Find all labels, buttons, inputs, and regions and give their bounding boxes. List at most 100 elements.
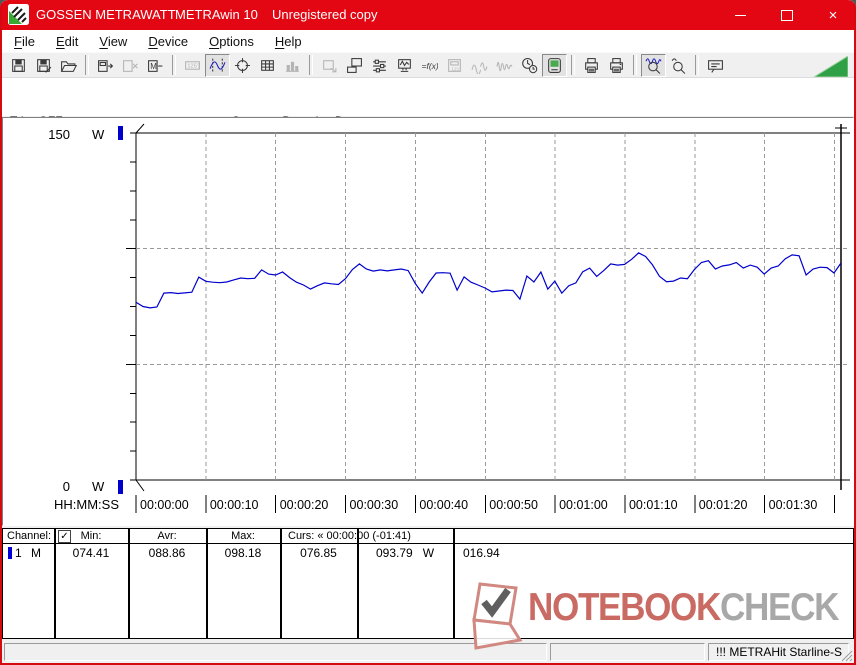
resize-grip[interactable]	[840, 649, 853, 662]
curve-view-icon	[209, 58, 226, 72]
timer-meter-button[interactable]	[517, 54, 542, 77]
note-button[interactable]	[703, 54, 728, 77]
save-as-icon	[37, 58, 52, 73]
minimize-icon	[734, 14, 746, 16]
col-min-header: Min:	[80, 530, 102, 542]
menu-help[interactable]: Help	[269, 33, 308, 50]
export-window-icon	[323, 59, 337, 72]
menu-view[interactable]: View	[93, 33, 133, 50]
meter-active-icon	[548, 57, 561, 73]
save-icon	[12, 58, 25, 72]
print-preview-icon	[585, 57, 598, 73]
svg-text:125?: 125?	[187, 63, 201, 69]
zoom-value-button[interactable]	[666, 54, 691, 77]
minimize-button[interactable]	[718, 0, 762, 30]
channel-number: 1	[15, 546, 22, 560]
device-read-button[interactable]	[93, 54, 118, 77]
menu-edit[interactable]: Edit	[50, 33, 84, 50]
maximize-icon	[781, 9, 793, 21]
status-bar: !!! METRAHit Starline-S	[2, 641, 854, 663]
table-view-button[interactable]	[255, 54, 280, 77]
cursor-table: Channel: ✓ Min: Avr: Max: Curs: « 00:00:…	[2, 528, 854, 639]
power-chart[interactable]: 00:00:00 00:00:10 00:00:20 00:00:30 00:00:40…	[4, 118, 852, 525]
statusbar-section-2	[550, 643, 705, 661]
x-tick-label: 00:00:30	[350, 498, 399, 512]
toolbar-separator	[172, 55, 176, 75]
menu-device[interactable]: Device	[142, 33, 194, 50]
cursor-right-cell: 093.79 W	[357, 546, 453, 560]
col-max-header: Max:	[231, 530, 255, 542]
app-logo-icon	[8, 4, 29, 25]
menu-bar: File Edit View Device Options Help	[2, 30, 854, 52]
channel-color-marker	[8, 547, 12, 559]
col-avr-header: Avr:	[157, 530, 177, 542]
toolbar-separator	[85, 55, 89, 75]
menu-file[interactable]: File	[8, 33, 41, 50]
save-as-button[interactable]	[31, 54, 56, 77]
live-monitor-icon	[398, 58, 411, 72]
channel-config-icon	[373, 59, 386, 72]
close-button[interactable]: ×	[811, 0, 855, 30]
channel-mode: M	[31, 546, 41, 560]
zoom-value-icon	[671, 57, 686, 74]
statusbar-section-1	[4, 643, 547, 661]
bar-graph-icon	[286, 61, 299, 72]
toolbar-separator	[309, 55, 313, 75]
open-file-button[interactable]	[56, 54, 81, 77]
right-cursor[interactable]	[835, 124, 847, 490]
open-file-icon	[60, 60, 77, 72]
x-tick-label: 00:00:40	[419, 498, 468, 512]
print-preview-button[interactable]	[579, 54, 604, 77]
toolbar: M 125? =f(x) 121	[2, 52, 854, 78]
chart-panel: 00:00:00 00:00:10 00:00:20 00:00:30 00:00:40…	[2, 117, 854, 526]
x-tick-label: 00:01:20	[699, 498, 748, 512]
x-tick-label: 00:01:00	[559, 498, 608, 512]
table-divider	[453, 529, 455, 638]
cursor-left-value: 076.85	[300, 546, 337, 560]
brand-text: GOSSEN METRAWATT	[36, 7, 176, 22]
logger-triangle-icon	[814, 56, 848, 77]
svg-text:M: M	[150, 62, 157, 71]
live-monitor-button[interactable]	[392, 54, 417, 77]
formula-icon: =f(x)	[422, 61, 438, 71]
menu-options[interactable]: Options	[203, 33, 260, 50]
x-tick-label: 00:01:10	[629, 498, 678, 512]
window-border	[0, 0, 2, 665]
device-memory-button[interactable]: M	[143, 54, 168, 77]
save-button[interactable]	[6, 54, 31, 77]
maximize-button[interactable]	[765, 0, 809, 30]
save-device-icon	[347, 57, 362, 73]
x-tick-label: 00:00:10	[210, 498, 259, 512]
max-value: 098.18	[224, 546, 262, 560]
wave-damped-icon	[496, 61, 513, 71]
zoom-time-button[interactable]	[641, 53, 666, 77]
cursor-diff-value: 016.94	[463, 546, 500, 560]
device-setup-icon: 121	[448, 58, 461, 72]
crosshair-icon	[235, 57, 250, 73]
export-window-button	[317, 54, 342, 77]
channel-marker-bottom	[118, 480, 123, 494]
formula-button[interactable]: =f(x)	[417, 54, 442, 77]
curve-view-button[interactable]	[205, 53, 230, 77]
table-view-icon	[261, 59, 274, 71]
left-cursor[interactable]	[135, 123, 145, 492]
statusbar-device: !!! METRAHit Starline-S	[708, 643, 849, 661]
table-header-line	[3, 543, 853, 544]
toolbar-separator	[633, 55, 637, 75]
save-device-button[interactable]	[342, 54, 367, 77]
x-tick-label: 00:01:30	[769, 498, 818, 512]
close-icon: ×	[828, 6, 838, 24]
print-button[interactable]	[604, 54, 629, 77]
avr-value: 088.86	[148, 546, 186, 560]
y-unit-top: W	[92, 127, 105, 142]
crosshair-button[interactable]	[230, 54, 255, 77]
device-clear-button	[118, 54, 143, 77]
timer-meter-icon	[522, 57, 538, 73]
cursor-right-value: 093.79	[375, 546, 413, 560]
channel-marker-top	[118, 126, 123, 140]
device-memory-icon: M	[148, 59, 163, 72]
x-tick-label: 00:00:20	[280, 498, 329, 512]
device-setup-button: 121	[442, 54, 467, 77]
channel-config-button[interactable]	[367, 54, 392, 77]
meter-active-button[interactable]	[542, 53, 567, 77]
